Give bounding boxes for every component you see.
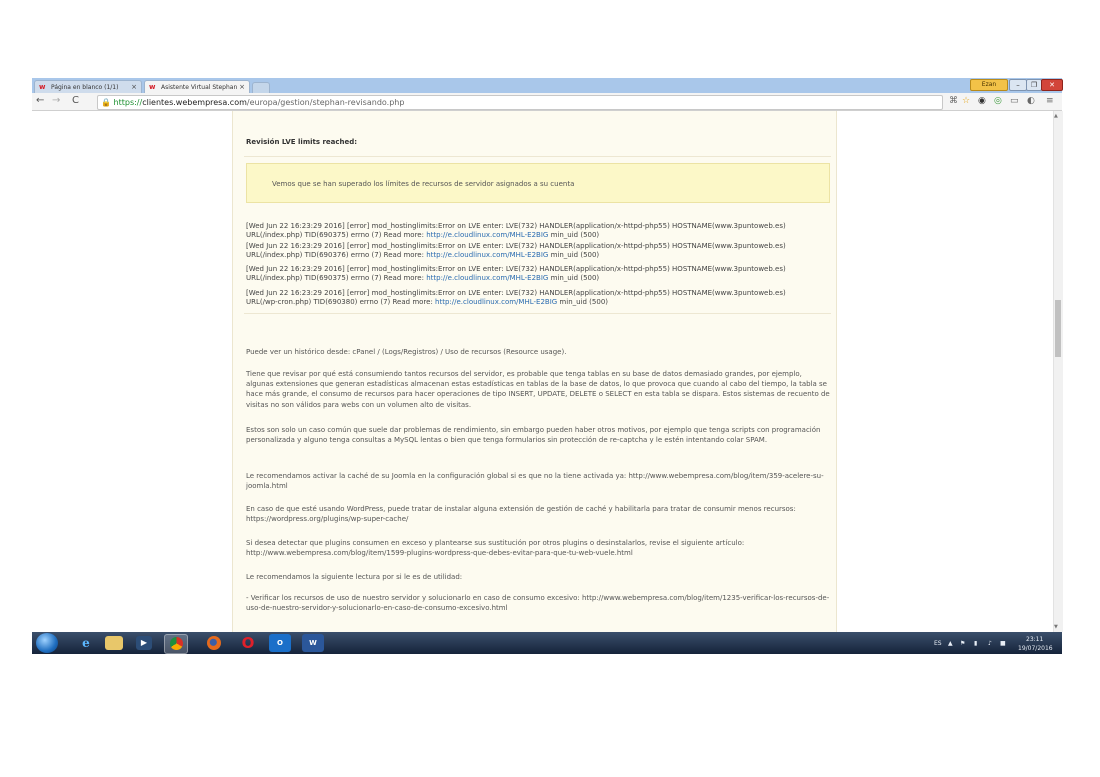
log-line: [Wed Jun 22 16:23:29 2016] [error] mod_h… [246, 242, 786, 250]
extension-icon[interactable]: ◎ [994, 96, 1002, 107]
paragraph: Le recomendamos activar la caché de su J… [246, 472, 824, 491]
url-path: /europa/gestion/stephan-revisando.php [246, 98, 405, 107]
action-center-icon[interactable]: ⚑ [960, 640, 965, 647]
log-entry: [Wed Jun 22 16:23:29 2016] [error] mod_h… [246, 289, 836, 308]
tab-label: Página en blanco (1/1) [51, 84, 119, 91]
section-heading: Revisión LVE limits reached: [246, 138, 358, 146]
extension-icon[interactable]: ◉ [978, 96, 986, 107]
log-line: [Wed Jun 22 16:23:29 2016] [error] mod_h… [246, 222, 786, 230]
log-text: min_uid (500) [548, 274, 600, 283]
read-more-link[interactable]: http://e.cloudlinux.com/MHL-E2BIG [426, 231, 548, 239]
internet-explorer-icon[interactable]: e [75, 634, 97, 652]
bookmark-star-icon[interactable]: ☆ [962, 96, 970, 107]
log-line: [Wed Jun 22 16:23:29 2016] [error] mod_h… [246, 289, 786, 297]
log-text: URL(/index.php) TID(690375) errno (7) Re… [246, 274, 427, 283]
paragraph: Puede ver un histórico desde: cPanel / (… [246, 348, 567, 356]
log-line: URL(/wp-cron.php) TID(690380) errno (7) … [246, 298, 836, 307]
show-hidden-icons-icon[interactable]: ▲ [948, 640, 953, 647]
log-text: URL(/index.php) TID(690375) errno (7) Re… [246, 231, 427, 240]
log-line: URL(/index.php) TID(690376) errno (7) Re… [246, 251, 836, 260]
tab-label: Asistente Virtual Stephan [161, 84, 238, 91]
reload-icon[interactable]: C [72, 95, 79, 107]
chrome-taskbar-icon[interactable] [164, 634, 188, 654]
read-more-link[interactable]: http://e.cloudlinux.com/MHL-E2BIG [426, 251, 548, 259]
lock-icon: 🔒 [101, 98, 111, 107]
word-icon[interactable]: W [302, 634, 324, 652]
log-text: min_uid (500) [557, 298, 609, 307]
log-entry: [Wed Jun 22 16:23:29 2016] [error] mod_h… [246, 265, 836, 284]
cast-icon[interactable]: ▭ [1010, 96, 1019, 107]
log-text: URL(/wp-cron.php) TID(690380) errno (7) … [246, 298, 436, 307]
alert-text: Vemos que se han superado los límites de… [272, 180, 575, 188]
translate-icon[interactable]: ⌘ [949, 96, 958, 107]
scrollbar-thumb[interactable] [1055, 300, 1061, 357]
tab-asistente-virtual[interactable]: w Asistente Virtual Stephan × [144, 80, 250, 93]
log-text: min_uid (500) [548, 251, 600, 260]
scroll-down-icon[interactable]: ▼ [1054, 624, 1058, 630]
paragraph: Tiene que revisar por qué está consumien… [246, 370, 830, 409]
address-bar[interactable]: 🔒 https://clientes.webempresa.com/europa… [97, 95, 943, 110]
close-window-button[interactable]: ✕ [1041, 79, 1063, 91]
paragraph: Si desea detectar que plugins consumen e… [246, 539, 745, 558]
url-scheme: https:// [113, 98, 143, 107]
display-icon[interactable]: ■ [1000, 640, 1006, 647]
log-line: [Wed Jun 22 16:23:29 2016] [error] mod_h… [246, 265, 786, 273]
divider [244, 156, 831, 157]
media-player-icon[interactable]: ▶ [136, 636, 152, 650]
read-more-link[interactable]: http://e.cloudlinux.com/MHL-E2BIG [426, 274, 548, 282]
webempresa-favicon: w [149, 83, 156, 91]
language-indicator[interactable]: ES [934, 640, 942, 647]
forward-icon[interactable]: → [52, 95, 60, 107]
back-icon[interactable]: ← [36, 95, 44, 107]
vertical-scrollbar[interactable] [1053, 111, 1063, 632]
log-text: min_uid (500) [548, 231, 600, 240]
opera-icon[interactable]: O [237, 634, 259, 652]
outlook-icon[interactable]: O [269, 634, 291, 652]
clock-time[interactable]: 23:11 [1026, 636, 1043, 643]
tab-blank-page[interactable]: w Página en blanco (1/1) × [34, 80, 142, 93]
log-line: URL(/index.php) TID(690375) errno (7) Re… [246, 274, 836, 283]
log-text: URL(/index.php) TID(690376) errno (7) Re… [246, 251, 427, 260]
paragraph: - Verificar los recursos de uso de nuest… [246, 594, 830, 613]
extension-icon[interactable]: ◐ [1027, 96, 1035, 107]
webempresa-favicon: w [39, 83, 46, 91]
log-entry: [Wed Jun 22 16:23:29 2016] [error] mod_h… [246, 242, 836, 261]
file-explorer-icon[interactable] [105, 636, 123, 650]
divider [244, 313, 831, 314]
scroll-up-icon[interactable]: ▲ [1054, 113, 1058, 119]
read-more-link[interactable]: http://e.cloudlinux.com/MHL-E2BIG [435, 298, 557, 306]
paragraph: En caso de que esté usando WordPress, pu… [246, 505, 796, 524]
user-badge[interactable]: Ezan [970, 79, 1008, 91]
clock-date[interactable]: 19/07/2016 [1018, 645, 1053, 652]
start-button-icon[interactable] [36, 633, 58, 653]
paragraph: Estos son solo un caso común que suele d… [246, 426, 821, 445]
firefox-icon[interactable] [203, 634, 225, 652]
network-icon[interactable]: ▮ [974, 640, 977, 647]
menu-icon[interactable]: ≡ [1046, 96, 1054, 107]
minimize-button[interactable]: – [1009, 79, 1027, 91]
log-line: URL(/index.php) TID(690375) errno (7) Re… [246, 231, 836, 240]
url-host: clientes.webempresa.com [142, 98, 247, 107]
paragraph: Le recomendamos la siguiente lectura por… [246, 573, 463, 581]
maximize-button[interactable]: ❐ [1026, 79, 1042, 91]
user-badge-label: Ezan [981, 81, 997, 88]
log-entry: [Wed Jun 22 16:23:29 2016] [error] mod_h… [246, 222, 836, 241]
volume-icon[interactable]: ♪ [988, 640, 992, 647]
